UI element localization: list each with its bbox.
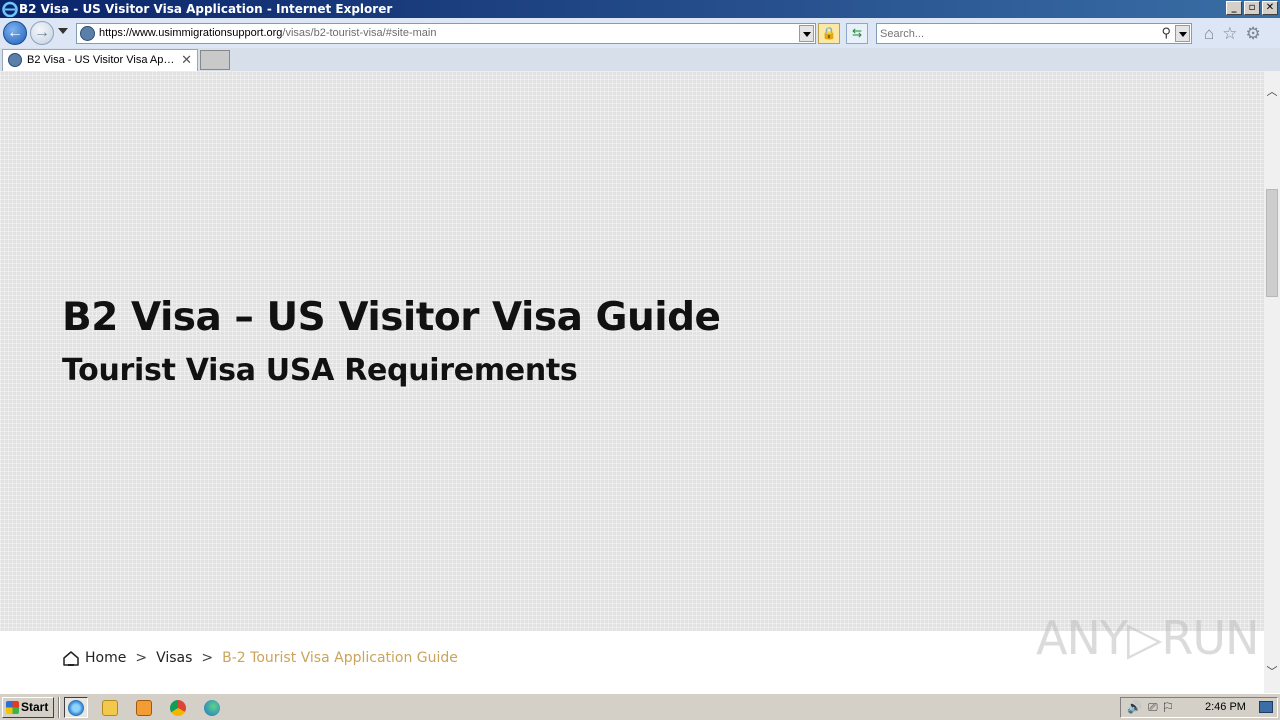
taskbar-chrome-button[interactable] — [166, 697, 190, 718]
internet-explorer-icon — [2, 1, 18, 17]
page-title: B2 Visa – US Visitor Visa Guide — [62, 295, 721, 340]
breadcrumb-home-link[interactable]: Home — [85, 650, 126, 666]
window-title-bar: B2 Visa - US Visitor Visa Application - … — [0, 0, 1280, 18]
windows-flag-icon — [6, 701, 19, 714]
refresh-button[interactable]: ⇆ — [846, 23, 868, 44]
taskbar: Start 🔊⎚⚐ 2:46 PM — [0, 693, 1280, 720]
media-player-icon — [136, 699, 152, 716]
minimize-button[interactable]: _ — [1226, 1, 1242, 15]
search-icon[interactable]: ⚲ — [1161, 25, 1171, 41]
scrollbar-thumb[interactable] — [1266, 189, 1278, 297]
restore-button[interactable]: ▫ — [1244, 1, 1260, 15]
home-icon[interactable]: ⌂ — [1204, 24, 1214, 44]
address-dropdown-button[interactable] — [799, 25, 814, 42]
taskbar-explorer-button[interactable] — [98, 697, 122, 718]
search-dropdown-button[interactable] — [1175, 25, 1190, 42]
taskbar-ie-button[interactable] — [64, 697, 88, 718]
tab-b2-visa[interactable]: B2 Visa - US Visitor Visa Appli... ✕ — [2, 49, 198, 71]
lock-icon: 🔒 — [821, 26, 837, 40]
new-tab-button[interactable] — [200, 50, 230, 70]
tab-close-icon[interactable]: ✕ — [181, 50, 192, 70]
taskbar-edge-button[interactable] — [200, 697, 224, 718]
scroll-up-icon[interactable]: ︿ — [1264, 83, 1280, 101]
home-outline-icon[interactable] — [62, 650, 80, 667]
url-path: /visas/b2-tourist-visa/#site-main — [282, 27, 437, 39]
breadcrumb: Home > Visas > B-2 Tourist Visa Applicat… — [62, 647, 458, 669]
anyrun-watermark: ANY▷RUN — [1036, 611, 1259, 665]
breadcrumb-current-page: B-2 Tourist Visa Application Guide — [222, 650, 458, 666]
start-label: Start — [21, 700, 49, 714]
taskbar-separator — [58, 697, 60, 718]
url-text[interactable]: https://www.usimmigrationsupport.org/vis… — [99, 26, 436, 41]
tab-favicon-icon — [8, 53, 22, 67]
internet-explorer-icon — [68, 699, 84, 716]
refresh-icon: ⇆ — [851, 26, 863, 40]
back-button[interactable]: ← — [3, 21, 27, 45]
show-desktop-icon[interactable] — [1259, 701, 1273, 713]
chevron-right-icon: > — [201, 650, 214, 666]
close-window-button[interactable]: ✕ — [1262, 1, 1278, 15]
forward-button[interactable]: → — [30, 21, 54, 45]
tray-icons[interactable]: 🔊⎚⚐ — [1127, 698, 1178, 717]
taskbar-media-player-button[interactable] — [132, 697, 156, 718]
navigation-bar: ← → https://www.usimmigrationsupport.org… — [0, 18, 1280, 48]
clock[interactable]: 2:46 PM — [1205, 698, 1246, 717]
window-title: B2 Visa - US Visitor Visa Application - … — [19, 2, 393, 16]
forward-arrow-icon: → — [34, 24, 50, 41]
search-box[interactable]: ⚲ — [876, 23, 1192, 44]
search-input[interactable] — [880, 26, 1150, 41]
address-bar[interactable]: https://www.usimmigrationsupport.org/vis… — [76, 23, 816, 44]
vertical-scrollbar[interactable]: ︿ ﹀ — [1264, 71, 1280, 693]
back-arrow-icon: ← — [7, 24, 23, 41]
url-domain: usimmigrationsupport.org — [158, 27, 283, 39]
page-viewport: B2 Visa – US Visitor Visa Guide Tourist … — [0, 71, 1264, 693]
page-subtitle: Tourist Visa USA Requirements — [62, 353, 578, 388]
favorites-star-icon[interactable]: ☆ — [1222, 24, 1237, 44]
history-dropdown-icon[interactable] — [58, 28, 68, 34]
security-lock-button[interactable]: 🔒 — [818, 23, 840, 44]
start-button[interactable]: Start — [2, 697, 54, 718]
tab-title: B2 Visa - US Visitor Visa Appli... — [27, 54, 177, 66]
chevron-right-icon: > — [135, 650, 148, 666]
breadcrumb-visas-link[interactable]: Visas — [156, 650, 192, 666]
edge-icon — [204, 699, 220, 716]
system-tray: 🔊⎚⚐ 2:46 PM — [1120, 697, 1278, 718]
site-favicon-icon — [80, 26, 95, 41]
folder-icon — [102, 699, 118, 716]
scroll-down-icon[interactable]: ﹀ — [1264, 663, 1280, 681]
url-prefix: https://www. — [99, 27, 159, 39]
chrome-icon — [170, 699, 186, 716]
tab-bar: B2 Visa - US Visitor Visa Appli... ✕ — [0, 48, 1280, 71]
tools-gear-icon[interactable]: ⚙ — [1246, 24, 1261, 44]
hero-banner: B2 Visa – US Visitor Visa Guide Tourist … — [0, 71, 1264, 631]
